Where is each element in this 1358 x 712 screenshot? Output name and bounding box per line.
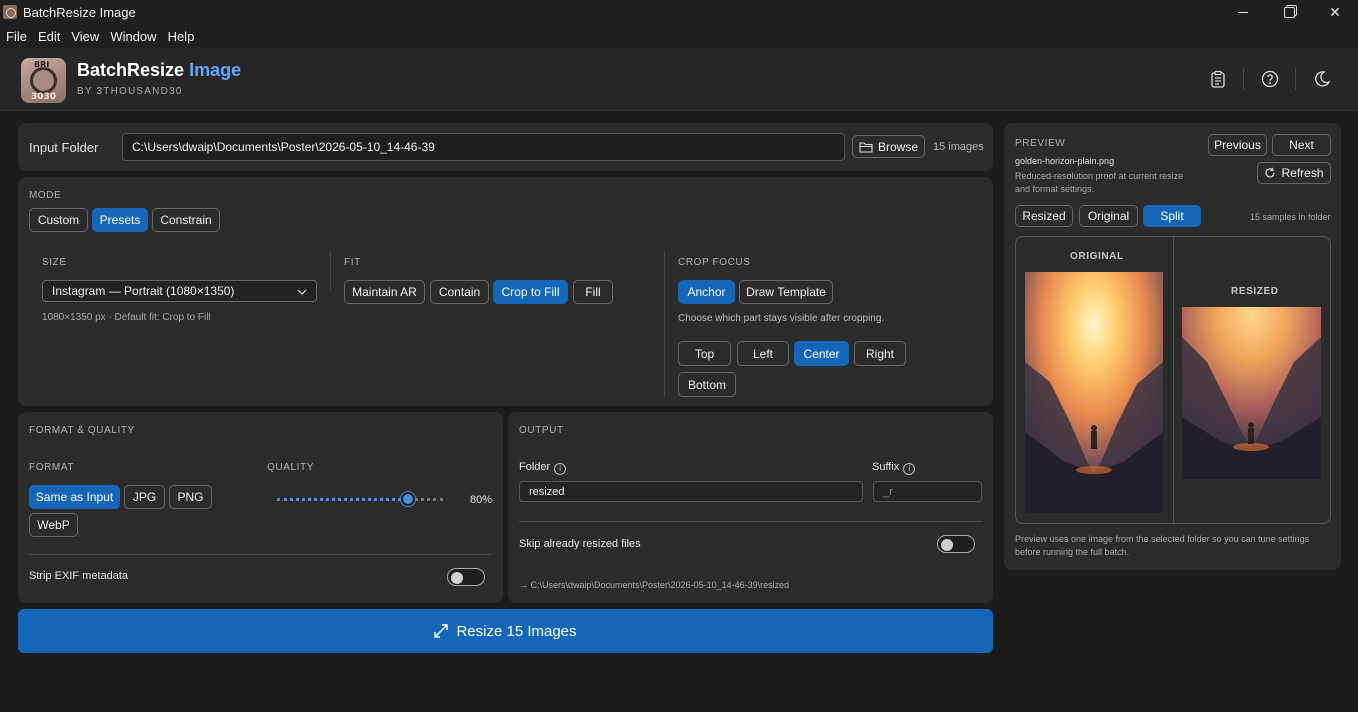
format-webp-button[interactable]: WebP — [29, 513, 78, 537]
preview-description: Reduced-resolution proof at current resi… — [1015, 171, 1184, 194]
output-folder-field[interactable]: resized — [519, 481, 863, 502]
resized-label: RESIZED — [1231, 286, 1279, 297]
info-icon[interactable]: i — [903, 463, 916, 475]
app-icon — [3, 5, 17, 19]
window-title: BatchResize Image — [23, 4, 136, 20]
mode-label: MODE — [29, 190, 62, 201]
format-jpg-button[interactable]: JPG — [124, 485, 165, 509]
brand-byline: BY 3THOUSAND30 — [77, 86, 183, 97]
anchor-right-button[interactable]: Right — [854, 341, 906, 366]
suffix-field[interactable]: _r — [873, 481, 982, 502]
image-count: 15 images — [933, 141, 984, 153]
menu-file[interactable]: File — [6, 29, 27, 44]
destination-path: → C:\Users\dwaip\Documents\Poster\2026-0… — [519, 580, 790, 590]
format-quality-title: FORMAT & QUALITY — [29, 425, 135, 436]
header-divider — [1243, 68, 1244, 90]
divider — [29, 554, 491, 555]
size-hint: 1080×1350 px · Default fit: Crop to Fill — [42, 312, 211, 323]
original-preview-image — [1025, 272, 1163, 513]
mode-custom-button[interactable]: Custom — [29, 208, 88, 232]
preview-footer: Preview uses one image from the selected… — [1015, 534, 1310, 557]
divider — [664, 252, 665, 396]
original-label: ORIGINAL — [1070, 251, 1124, 262]
size-select[interactable]: Instagram — Portrait (1080×1350) — [42, 280, 317, 302]
anchor-center-button[interactable]: Center — [794, 341, 849, 366]
split-divider[interactable] — [1173, 237, 1174, 523]
quality-slider-thumb[interactable] — [401, 492, 415, 506]
crop-focus-hint: Choose which part stays visible after cr… — [678, 313, 885, 324]
format-quality-panel: FORMAT & QUALITY FORMAT Same as Input JP… — [18, 412, 503, 603]
app-header: BRI 3030 BatchResize Image BY 3THOUSAND3… — [0, 48, 1358, 111]
mode-panel: MODE Custom Presets Constrain SIZE Insta… — [18, 177, 993, 406]
fit-maintain-ar-button[interactable]: Maintain AR — [344, 280, 425, 304]
previous-button[interactable]: Previous — [1208, 134, 1267, 156]
menu-window[interactable]: Window — [110, 29, 156, 44]
quality-value: 80% — [470, 494, 493, 506]
header-divider — [1295, 68, 1296, 90]
anchor-left-button[interactable]: Left — [737, 341, 789, 366]
anchor-top-button[interactable]: Top — [678, 341, 731, 366]
output-panel: OUTPUT Folder i resized Suffix i _r Skip a… — [508, 412, 993, 603]
size-label: SIZE — [42, 257, 67, 268]
crop-anchor-tab[interactable]: Anchor — [678, 280, 735, 304]
preview-filename: golden-horizon-plain.png — [1015, 156, 1115, 166]
mode-constrain-button[interactable]: Constrain — [152, 208, 220, 232]
folder-label: Folder i — [519, 461, 567, 475]
refresh-button[interactable]: Refresh — [1257, 162, 1331, 184]
input-folder-field[interactable]: C:\Users\dwaip\Documents\Poster\2026-05-… — [122, 133, 845, 161]
resize-images-button[interactable]: Resize 15 Images — [18, 609, 993, 653]
sample-count: 15 samples in folder — [1250, 212, 1331, 222]
moon-icon[interactable] — [1313, 70, 1331, 88]
menu-edit[interactable]: Edit — [38, 29, 60, 44]
expand-icon — [434, 624, 449, 638]
preview-panel: PREVIEW golden-horizon-plain.png Reduced… — [1004, 123, 1341, 570]
divider — [519, 521, 982, 522]
format-label: FORMAT — [29, 462, 75, 473]
info-icon[interactable]: i — [554, 463, 567, 475]
quality-slider[interactable] — [277, 492, 443, 506]
divider — [330, 252, 331, 290]
format-same-as-input-button[interactable]: Same as Input — [29, 485, 120, 509]
close-icon[interactable]: ✕ — [1312, 0, 1358, 24]
preview-title: PREVIEW — [1015, 138, 1066, 149]
view-original-tab[interactable]: Original — [1079, 205, 1138, 227]
view-split-tab[interactable]: Split — [1143, 205, 1201, 227]
folder-icon — [859, 141, 873, 153]
help-icon[interactable] — [1261, 70, 1279, 88]
clipboard-icon[interactable] — [1209, 70, 1227, 88]
menu-bar: File Edit View Window Help — [0, 24, 1358, 48]
quality-label: QUALITY — [267, 462, 314, 473]
maximize-icon[interactable] — [1266, 0, 1312, 24]
resized-preview-image — [1182, 307, 1321, 479]
refresh-icon — [1265, 167, 1276, 178]
input-folder-label: Input Folder — [29, 140, 99, 155]
fit-crop-to-fill-button[interactable]: Crop to Fill — [493, 280, 568, 304]
minimize-icon[interactable] — [1220, 0, 1266, 24]
browse-button[interactable]: Browse — [852, 135, 925, 158]
app-logo: BRI 3030 — [21, 58, 66, 103]
menu-help[interactable]: Help — [168, 29, 195, 44]
brand-title: BatchResize Image — [77, 60, 242, 80]
skip-resized-label: Skip already resized files — [519, 538, 641, 550]
strip-exif-toggle[interactable] — [447, 568, 485, 586]
input-folder-panel: Input Folder C:\Users\dwaip\Documents\Po… — [18, 123, 993, 171]
skip-resized-toggle[interactable] — [937, 535, 975, 553]
anchor-bottom-button[interactable]: Bottom — [678, 372, 736, 397]
fit-label: FIT — [344, 257, 361, 268]
view-resized-tab[interactable]: Resized — [1015, 205, 1073, 227]
title-bar: BatchResize Image ✕ — [0, 0, 1358, 24]
output-title: OUTPUT — [519, 425, 564, 436]
fit-fill-button[interactable]: Fill — [573, 280, 613, 304]
split-preview: ORIGINAL RESIZED — [1015, 236, 1331, 524]
suffix-label: Suffix i — [872, 461, 916, 475]
mode-presets-button[interactable]: Presets — [92, 208, 148, 232]
strip-exif-label: Strip EXIF metadata — [29, 570, 129, 582]
crop-draw-template-tab[interactable]: Draw Template — [739, 280, 833, 304]
format-png-button[interactable]: PNG — [169, 485, 212, 509]
menu-view[interactable]: View — [71, 29, 99, 44]
crop-focus-label: CROP FOCUS — [678, 257, 751, 268]
fit-contain-button[interactable]: Contain — [430, 280, 489, 304]
next-button[interactable]: Next — [1272, 134, 1331, 156]
chevron-down-icon — [297, 289, 307, 295]
